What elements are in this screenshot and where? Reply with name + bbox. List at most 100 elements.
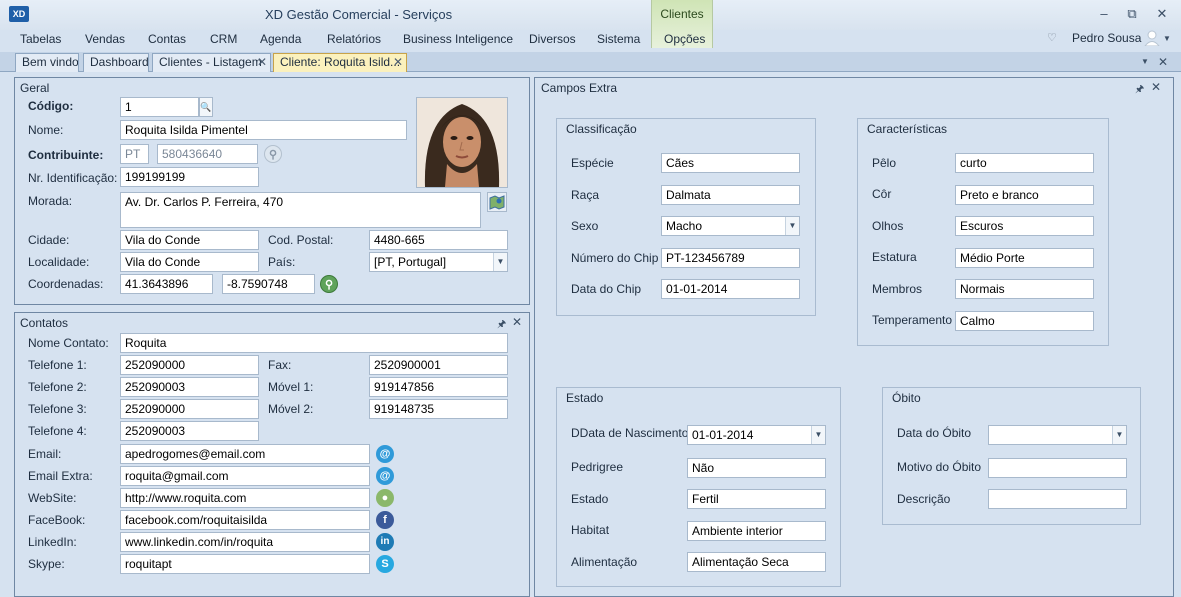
chevron-down-icon[interactable]: ▼	[811, 426, 825, 444]
website-field[interactable]: http://www.roquita.com	[120, 488, 370, 508]
tab-clientes-listagem[interactable]: Clientes - Listagem ✕	[152, 53, 271, 72]
email-icon[interactable]: @	[376, 445, 394, 463]
tab-cliente-roquita[interactable]: Cliente: Roquita Isild... ✕	[273, 53, 407, 72]
telefone2-field[interactable]: 252090003	[120, 377, 259, 397]
close-tab-icon[interactable]: ✕	[393, 54, 403, 71]
pin-icon[interactable]: 🖈	[1135, 82, 1144, 99]
data-obito-label: Data do Óbito	[897, 426, 972, 440]
globe-icon[interactable]: ⚲	[320, 275, 338, 293]
habitat-field[interactable]: Ambiente interior	[687, 521, 826, 541]
motivo-obito-label: Motivo do Óbito	[897, 460, 982, 474]
pin-icon[interactable]: 🖈	[497, 317, 506, 334]
chevron-down-icon[interactable]: ▼	[785, 217, 799, 235]
estado-label: Estado	[571, 492, 609, 506]
telefone1-field[interactable]: 252090000	[120, 355, 259, 375]
close-panel-icon[interactable]: ✕	[512, 315, 522, 329]
facebook-icon[interactable]: f	[376, 511, 394, 529]
temperamento-field[interactable]: Calmo	[955, 311, 1094, 331]
menu-sistema[interactable]: Sistema	[597, 32, 640, 46]
facebook-field[interactable]: facebook.com/roquitaisilda	[120, 510, 370, 530]
skype-icon[interactable]: S	[376, 555, 394, 573]
pedigree-label: Pedrigree	[571, 460, 624, 474]
tab-label: Clientes - Listagem	[159, 55, 262, 69]
linkedin-field[interactable]: www.linkedin.com/in/roquita	[120, 532, 370, 552]
cor-field[interactable]: Preto e branco	[955, 185, 1094, 205]
longitude-field[interactable]: -8.7590748	[222, 274, 315, 294]
nome-contato-field[interactable]: Roquita	[120, 333, 508, 353]
cidade-field[interactable]: Vila do Conde	[120, 230, 259, 250]
close-panel-icon[interactable]: ✕	[1151, 80, 1161, 94]
user-name[interactable]: Pedro Sousa	[1072, 31, 1141, 45]
email-extra-icon[interactable]: @	[376, 467, 394, 485]
close-window-icon[interactable]: ✕	[1153, 6, 1171, 22]
movel2-field[interactable]: 919148735	[369, 399, 508, 419]
membros-field[interactable]: Normais	[955, 279, 1094, 299]
menu-crm[interactable]: CRM	[210, 32, 237, 46]
estatura-field[interactable]: Médio Porte	[955, 248, 1094, 268]
validate-nif-icon[interactable]: ⚲	[264, 145, 282, 163]
movel1-label: Móvel 1:	[268, 380, 314, 394]
tab-bem-vindo[interactable]: Bem vindo	[15, 53, 79, 72]
chevron-down-icon[interactable]: ▼	[493, 253, 507, 271]
tab-label: Dashboard	[90, 55, 149, 69]
sexo-select[interactable]: Macho ▼	[661, 216, 800, 236]
menu-relatorios[interactable]: Relatórios	[327, 32, 381, 46]
data-chip-field[interactable]: 01-01-2014	[661, 279, 800, 299]
chevron-down-icon[interactable]: ▼	[1112, 426, 1126, 444]
descricao-label: Descrição	[897, 492, 951, 506]
pedigree-field[interactable]: Não	[687, 458, 826, 478]
contribuinte-country-field[interactable]: PT	[120, 144, 149, 164]
pelo-label: Pêlo	[872, 156, 897, 170]
menu-diversos[interactable]: Diversos	[529, 32, 576, 46]
contribuinte-field[interactable]: 580436640	[157, 144, 258, 164]
map-icon[interactable]	[487, 192, 507, 212]
alimentacao-field[interactable]: Alimentação Seca	[687, 552, 826, 572]
motivo-obito-field[interactable]	[988, 458, 1127, 478]
restore-icon[interactable]: ⧉	[1123, 6, 1141, 22]
cod-postal-field[interactable]: 4480-665	[369, 230, 508, 250]
email-field[interactable]: apedrogomes@email.com	[120, 444, 370, 464]
especie-field[interactable]: Cães	[661, 153, 800, 173]
descricao-field[interactable]	[988, 489, 1127, 509]
globe-icon[interactable]: ●	[376, 489, 394, 507]
client-photo[interactable]	[416, 97, 508, 188]
tab-list-dropdown-icon[interactable]: ▼	[1141, 57, 1149, 66]
skype-field[interactable]: roquitapt	[120, 554, 370, 574]
menu-agenda[interactable]: Agenda	[260, 32, 301, 46]
codigo-field[interactable]: 1	[120, 97, 199, 117]
minimize-icon[interactable]: –	[1095, 6, 1113, 22]
nome-field[interactable]: Roquita Isilda Pimentel	[120, 120, 407, 140]
morada-field[interactable]: Av. Dr. Carlos P. Ferreira, 470	[120, 192, 481, 228]
telefone3-field[interactable]: 252090000	[120, 399, 259, 419]
linkedin-icon[interactable]: in	[376, 533, 394, 551]
close-all-tabs-icon[interactable]: ✕	[1158, 55, 1168, 69]
numero-chip-field[interactable]: PT-123456789	[661, 248, 800, 268]
tab-dashboard[interactable]: Dashboard	[83, 53, 149, 72]
especie-label: Espécie	[571, 156, 614, 170]
search-icon[interactable]: 🔍	[199, 97, 213, 117]
latitude-field[interactable]: 41.3643896	[120, 274, 213, 294]
email-extra-field[interactable]: roquita@gmail.com	[120, 466, 370, 486]
menu-contas[interactable]: Contas	[148, 32, 186, 46]
data-obito-select[interactable]: ▼	[988, 425, 1127, 445]
olhos-field[interactable]: Escuros	[955, 216, 1094, 236]
estado-field[interactable]: Fertil	[687, 489, 826, 509]
user-dropdown-icon[interactable]: ▼	[1163, 34, 1171, 43]
localidade-field[interactable]: Vila do Conde	[120, 252, 259, 272]
menu-tabelas[interactable]: Tabelas	[20, 32, 61, 46]
raca-field[interactable]: Dalmata	[661, 185, 800, 205]
pelo-field[interactable]: curto	[955, 153, 1094, 173]
pais-select[interactable]: [PT, Portugal] ▼	[369, 252, 508, 272]
fax-field[interactable]: 2520900001	[369, 355, 508, 375]
telefone4-field[interactable]: 252090003	[120, 421, 259, 441]
close-tab-icon[interactable]: ✕	[257, 54, 267, 71]
heart-icon[interactable]: ♡	[1047, 31, 1057, 44]
movel2-label: Móvel 2:	[268, 402, 314, 416]
data-nascimento-select[interactable]: 01-01-2014 ▼	[687, 425, 826, 445]
nr-identificacao-field[interactable]: 199199199	[120, 167, 259, 187]
menu-opcoes[interactable]: Opções	[664, 32, 705, 46]
user-avatar-icon[interactable]	[1143, 30, 1161, 47]
menu-business-inteligence[interactable]: Business Inteligence	[403, 32, 513, 46]
movel1-field[interactable]: 919147856	[369, 377, 508, 397]
menu-vendas[interactable]: Vendas	[85, 32, 125, 46]
